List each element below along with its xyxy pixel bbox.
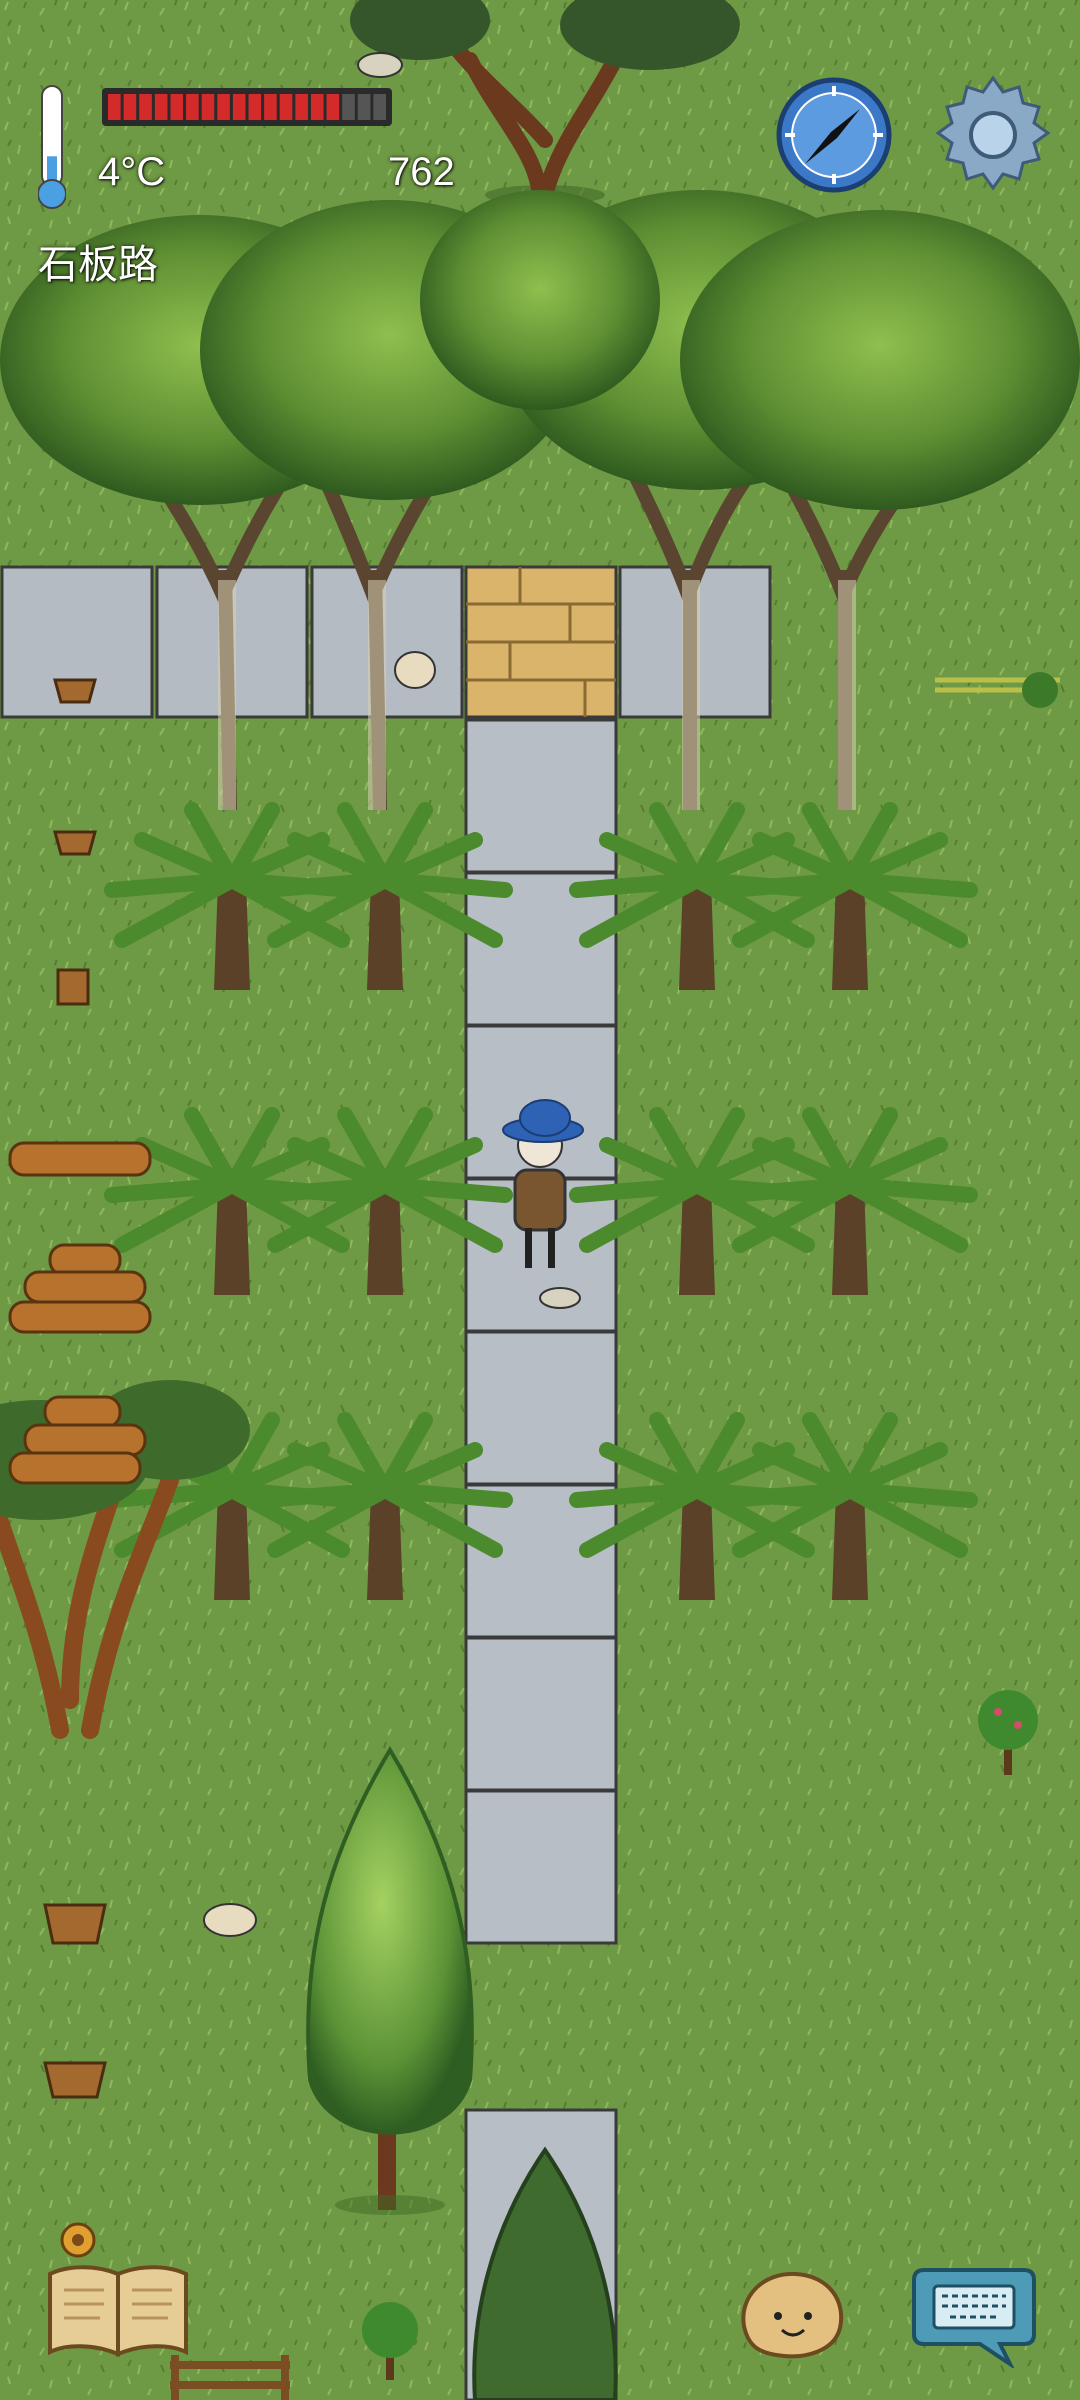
health-segment-filled (279, 94, 293, 120)
chat-button[interactable] (910, 2260, 1038, 2370)
thermometer (37, 84, 67, 212)
smiling-potato-icon (741, 2271, 844, 2359)
keyboard-speech-bubble-icon (912, 2268, 1036, 2370)
health-segment-filled (310, 94, 324, 120)
compass-button[interactable] (775, 76, 893, 194)
open-book-icon (48, 2265, 188, 2357)
health-bar (102, 88, 392, 126)
gear-icon (935, 75, 1051, 191)
health-segment-filled (186, 94, 199, 120)
health-segment-filled (170, 94, 184, 120)
health-segment-empty (357, 94, 371, 120)
health-segment-filled (108, 94, 121, 120)
health-segment-filled (295, 94, 308, 120)
health-segment-filled (123, 94, 137, 120)
wood-floor-tile[interactable] (464, 565, 618, 719)
temperature-readout: 4°C (98, 150, 166, 194)
health-segment-filled (326, 94, 340, 120)
game-world[interactable] (0, 0, 1080, 2400)
score-counter: 762 (388, 150, 455, 194)
health-segment-filled (154, 94, 168, 120)
settings-button[interactable] (930, 72, 1056, 198)
location-label: 石板路 (38, 243, 158, 287)
health-segment-empty (342, 94, 355, 120)
compass-icon (776, 77, 892, 193)
health-segment-filled (217, 94, 230, 120)
health-segment-filled (264, 94, 277, 120)
emote-button[interactable] (734, 2266, 850, 2362)
health-segment-filled (139, 94, 152, 120)
health-segment-filled (201, 94, 215, 120)
seed-icon[interactable] (60, 2222, 96, 2258)
health-segment-filled (232, 94, 246, 120)
health-segment-filled (248, 94, 262, 120)
health-segment-empty (373, 94, 386, 120)
journal-button[interactable] (44, 2260, 192, 2360)
